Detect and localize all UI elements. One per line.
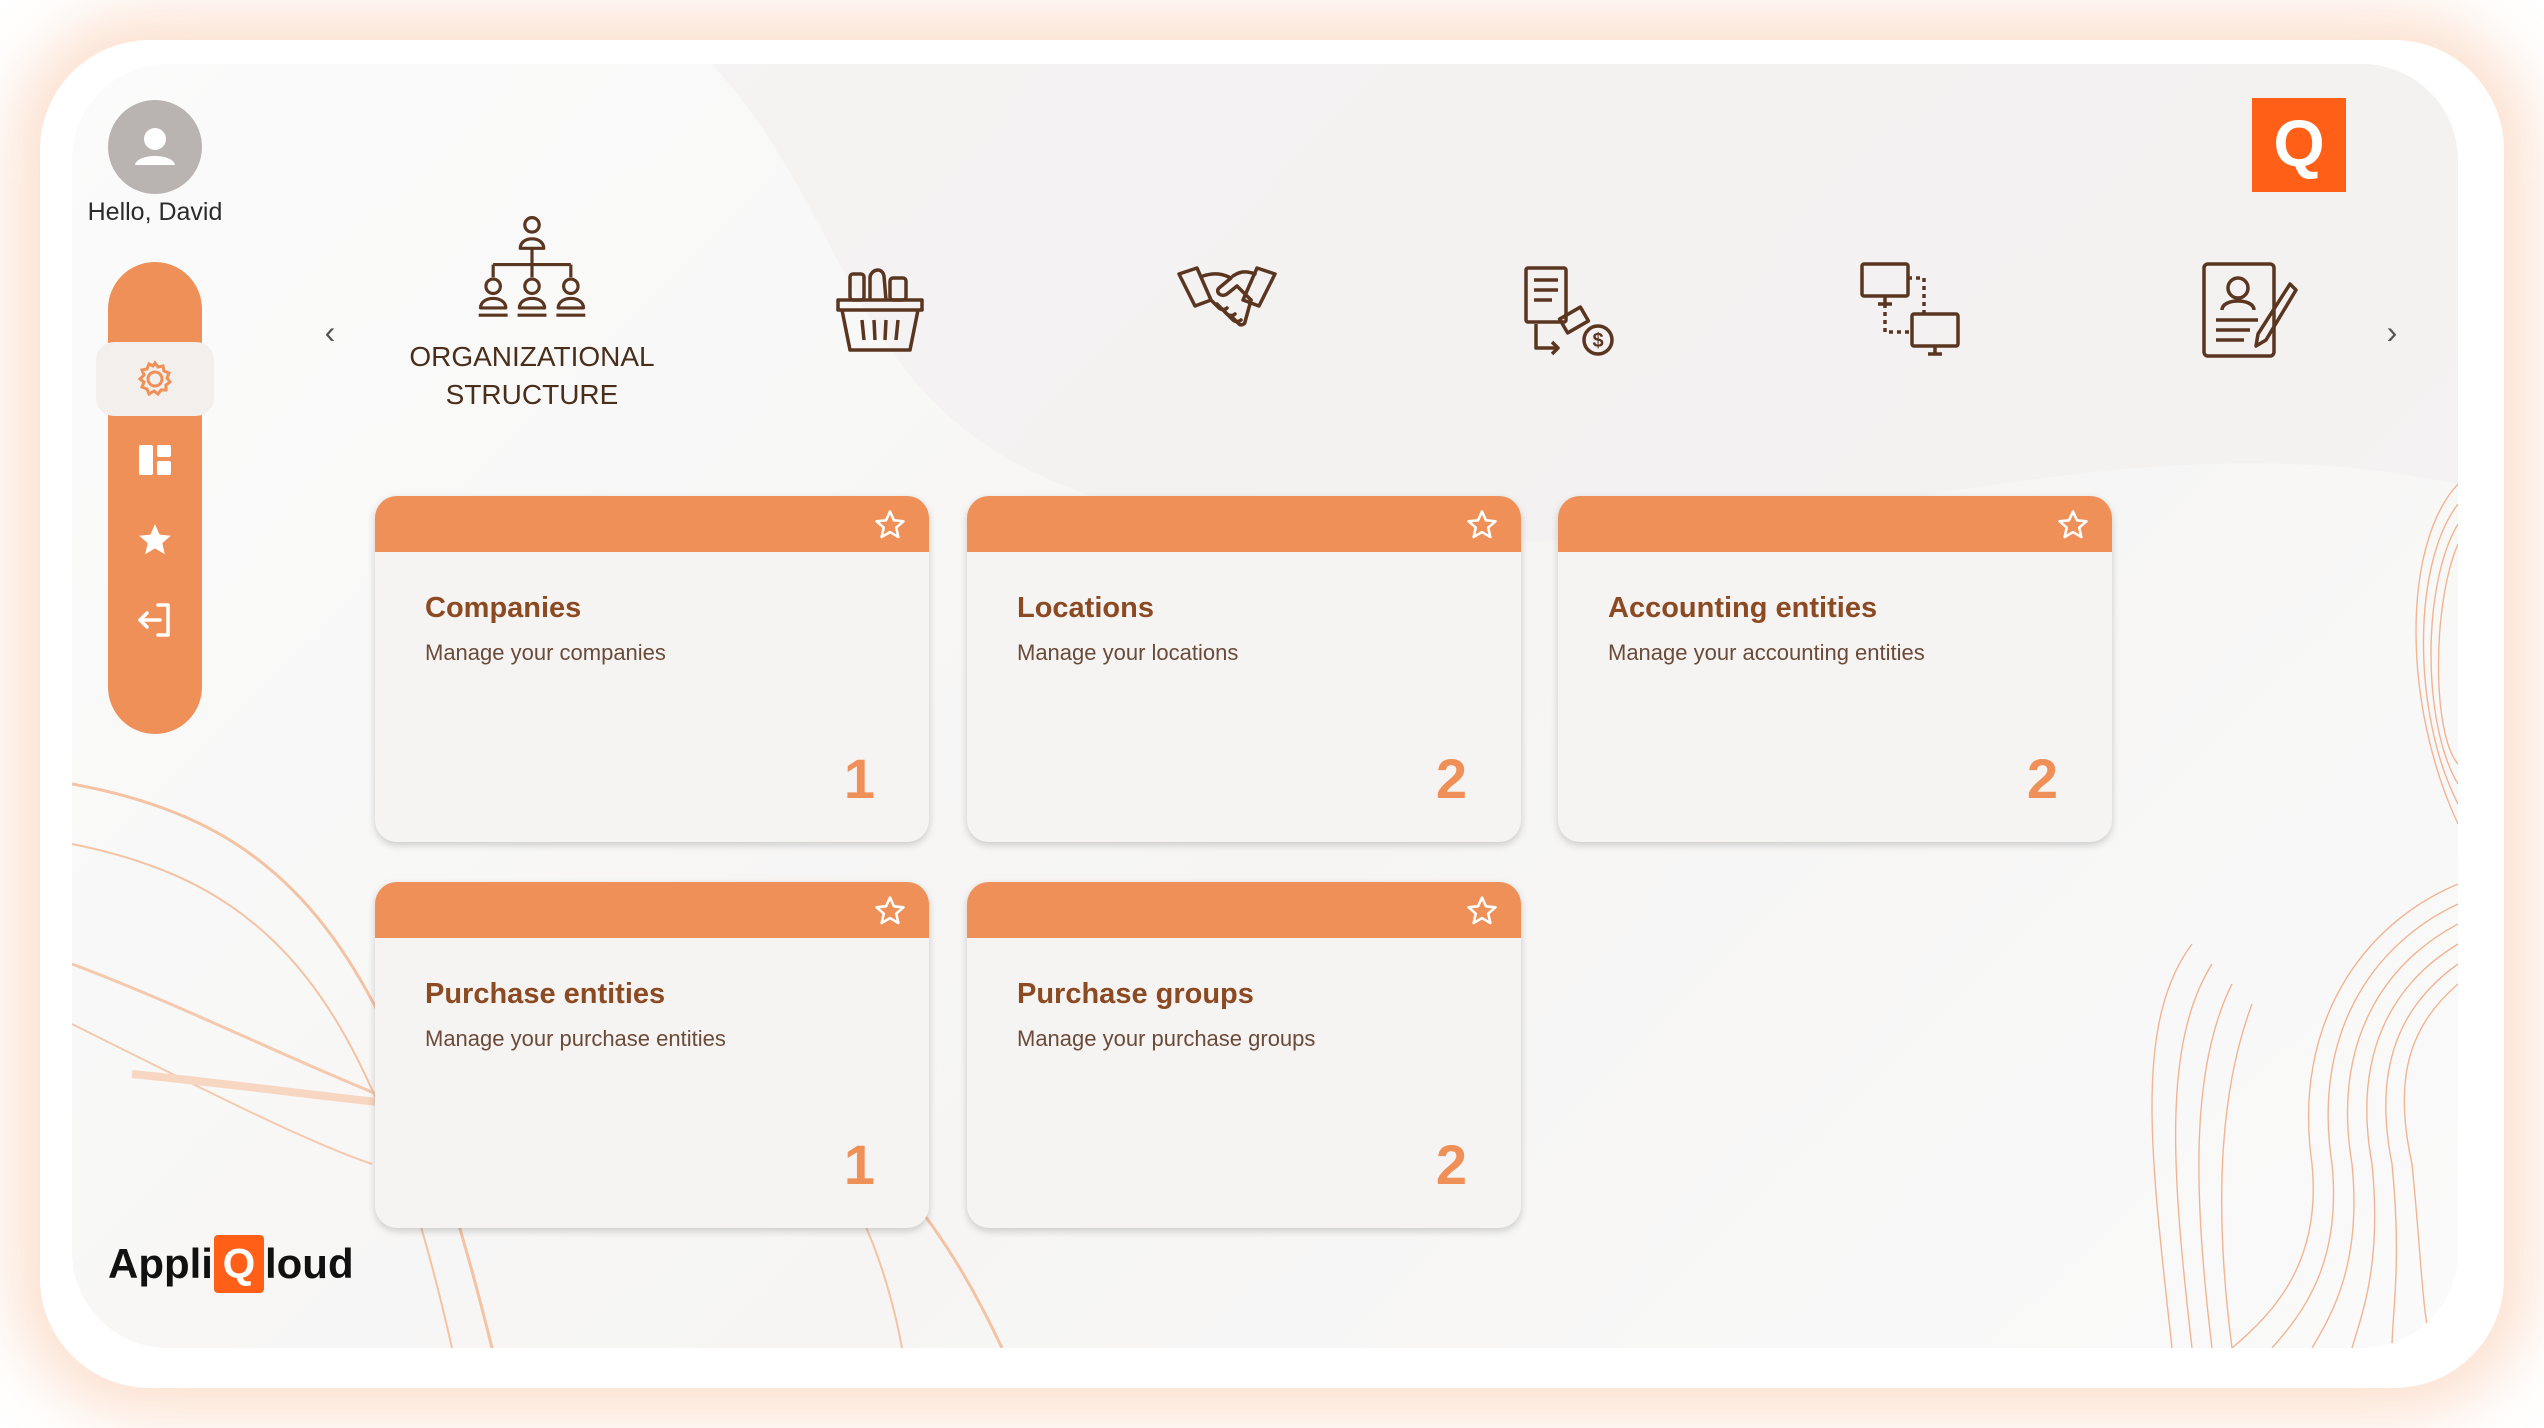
star-icon bbox=[139, 524, 171, 555]
org-chart-icon bbox=[478, 216, 586, 317]
gear-icon bbox=[137, 360, 173, 397]
card-title: Accounting entities bbox=[1608, 592, 1878, 624]
card-title: Locations bbox=[1017, 592, 1154, 624]
sidebar-item-favorites[interactable] bbox=[108, 510, 202, 570]
card-count: 1 bbox=[843, 1133, 875, 1196]
avatar[interactable] bbox=[108, 100, 202, 194]
network-computers-icon bbox=[1860, 262, 1960, 356]
user-icon bbox=[135, 128, 175, 165]
card-title: Purchase groups bbox=[1017, 978, 1254, 1010]
category-partners[interactable] bbox=[1102, 260, 1352, 460]
favorite-star-icon[interactable] bbox=[873, 894, 907, 928]
favorite-star-icon[interactable] bbox=[2056, 508, 2090, 542]
card-purchase-entities[interactable]: Purchase entities Manage your purchase e… bbox=[375, 882, 929, 1228]
card-count: 2 bbox=[2026, 747, 2058, 810]
favorite-star-icon[interactable] bbox=[1465, 508, 1499, 542]
sidebar bbox=[96, 262, 214, 734]
card-subtitle: Manage your purchase groups bbox=[1017, 1026, 1316, 1051]
app-logo: Q bbox=[2252, 98, 2346, 192]
carousel-prev-button[interactable]: ‹ bbox=[310, 312, 350, 352]
card-accounting-entities[interactable]: Accounting entities Manage your accounti… bbox=[1558, 496, 2112, 842]
favorite-star-icon[interactable] bbox=[873, 508, 907, 542]
basket-icon bbox=[836, 268, 924, 352]
carousel-next-button[interactable]: › bbox=[2372, 312, 2412, 352]
brand-suffix: loud bbox=[264, 1240, 354, 1287]
card-header bbox=[967, 496, 1521, 552]
svg-text:Q: Q bbox=[2273, 110, 2324, 180]
brand-prefix: Appli bbox=[108, 1240, 213, 1287]
category-systems[interactable] bbox=[1785, 260, 2035, 460]
card-locations[interactable]: Locations Manage your locations 2 bbox=[967, 496, 1521, 842]
handshake-icon bbox=[1177, 266, 1277, 327]
sidebar-item-settings[interactable] bbox=[96, 342, 214, 416]
category-contracts[interactable] bbox=[2125, 260, 2375, 460]
category-finance[interactable]: $ bbox=[1445, 264, 1695, 464]
card-count: 1 bbox=[843, 747, 875, 810]
dashboard-icon bbox=[139, 445, 171, 475]
q-logo-icon: Q bbox=[2273, 110, 2324, 180]
user-greeting: Hello, David bbox=[87, 198, 223, 226]
card-header bbox=[967, 882, 1521, 938]
logout-icon bbox=[138, 603, 170, 637]
brand-logo: Appli Qloud bbox=[108, 1234, 354, 1294]
invoice-payment-icon: $ bbox=[1524, 266, 1614, 356]
card-title: Purchase entities bbox=[425, 978, 666, 1010]
category-organizational-structure[interactable]: ORGANIZATIONAL STRUCTURE bbox=[407, 214, 657, 414]
card-header bbox=[375, 496, 929, 552]
card-subtitle: Manage your accounting entities bbox=[1608, 640, 1925, 665]
sidebar-item-dashboard[interactable] bbox=[108, 430, 202, 490]
card-count: 2 bbox=[1435, 1133, 1467, 1196]
brand-q: Q bbox=[213, 1235, 264, 1293]
card-companies[interactable]: Companies Manage your companies 1 bbox=[375, 496, 929, 842]
category-purchasing[interactable] bbox=[755, 264, 1005, 464]
card-subtitle: Manage your companies bbox=[425, 640, 666, 665]
contract-icon bbox=[2202, 262, 2298, 358]
card-purchase-groups[interactable]: Purchase groups Manage your purchase gro… bbox=[967, 882, 1521, 1228]
card-subtitle: Manage your locations bbox=[1017, 640, 1239, 665]
svg-text:$: $ bbox=[1592, 330, 1603, 352]
card-title: Companies bbox=[425, 592, 582, 624]
card-header bbox=[1558, 496, 2112, 552]
app-window: Hello, David Q Appli Q loud ‹ › ORGANIZA… bbox=[72, 64, 2458, 1348]
card-count: 2 bbox=[1435, 747, 1467, 810]
category-label: ORGANIZATIONAL STRUCTURE bbox=[409, 341, 655, 410]
card-header bbox=[375, 882, 929, 938]
card-subtitle: Manage your purchase entities bbox=[425, 1026, 726, 1051]
favorite-star-icon[interactable] bbox=[1465, 894, 1499, 928]
sidebar-item-logout[interactable] bbox=[108, 590, 202, 650]
